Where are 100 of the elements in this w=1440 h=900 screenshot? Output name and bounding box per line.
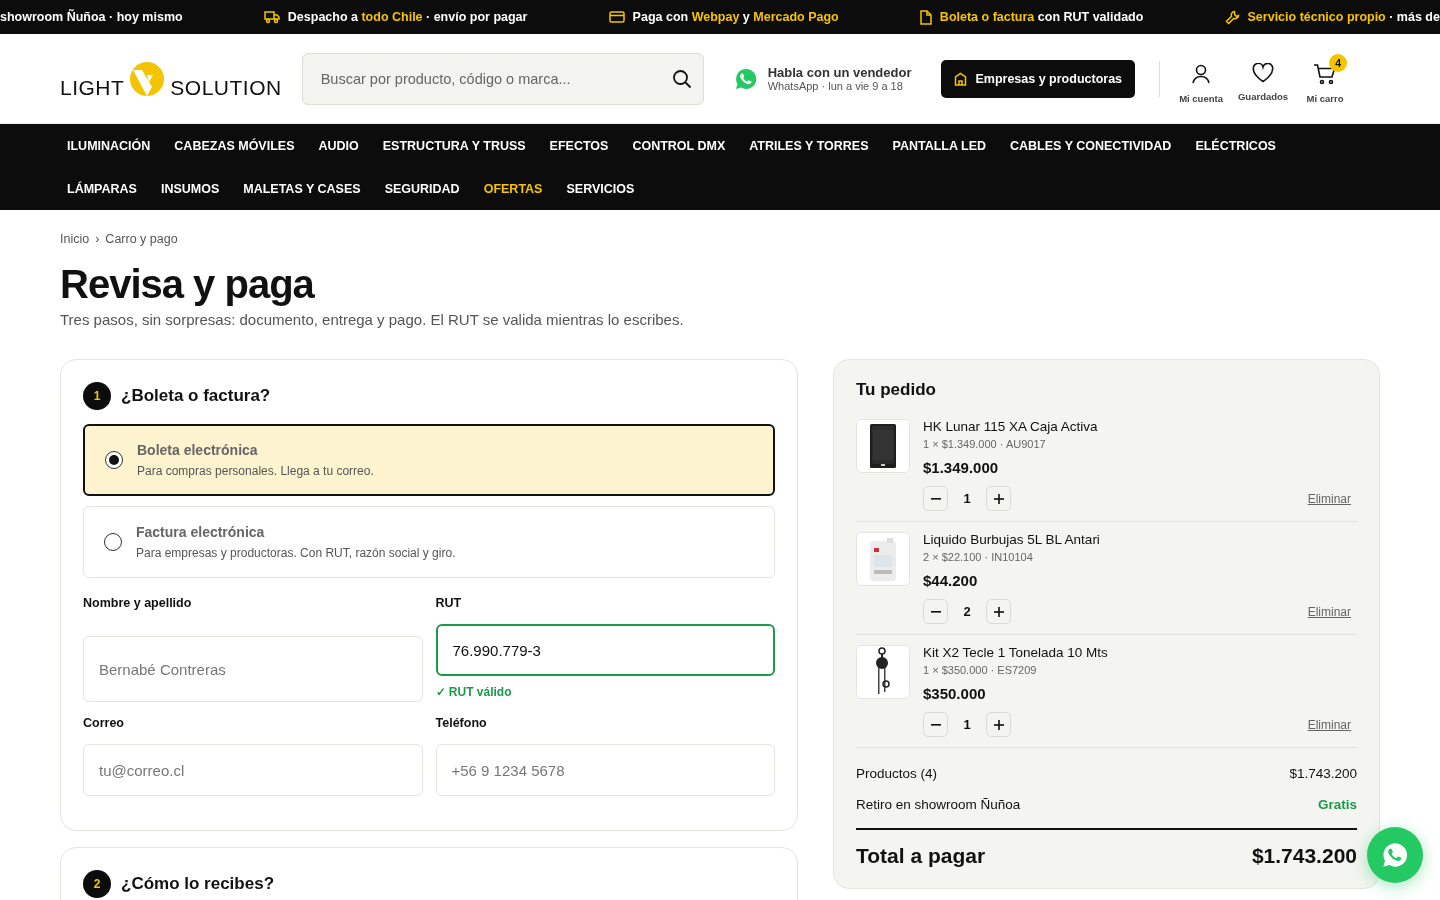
promo-text: Despacho a todo Chile · envío por pagar	[287, 10, 528, 24]
quantity-value: 1	[962, 717, 972, 732]
cart-count-badge: 4	[1329, 53, 1348, 72]
wrench-icon	[1224, 9, 1240, 25]
contact-title[interactable]: Habla con un vendedor	[767, 65, 912, 80]
document-option[interactable]: Factura electrónica Para empresas y productoras. Con RUT, razón social y giro.	[83, 506, 775, 578]
product-meta: 1 × $1.349.000 · AU9017	[923, 438, 1047, 450]
nav-link[interactable]: CABLES Y CONECTIVIDAD	[998, 124, 1184, 167]
nav-link[interactable]: INSUMOS	[148, 167, 232, 210]
breadcrumb-separator: ›	[95, 232, 100, 246]
search-field[interactable]: Buscar por producto, código o marca...	[301, 52, 704, 105]
field-label: RUT	[435, 596, 463, 610]
product-name[interactable]: HK Lunar 115 XA Caja Activa	[923, 419, 1357, 434]
product-price: $44.200	[923, 572, 979, 589]
document-icon	[919, 9, 932, 25]
nav-link[interactable]: SEGURIDAD	[372, 167, 472, 210]
product-meta: 2 × $22.100 · IN10104	[923, 551, 1034, 563]
decrease-button[interactable]	[923, 712, 948, 737]
minus-icon	[930, 723, 941, 726]
total-value: $1.743.200	[1251, 844, 1357, 868]
logo-text[interactable]: SOLUTION	[170, 76, 282, 98]
truck-icon	[263, 10, 280, 24]
summary-value: $1.743.200	[1289, 766, 1357, 781]
account-action[interactable]: Mi carro 4	[1298, 53, 1353, 104]
account-action[interactable]: Guardados	[1236, 53, 1291, 104]
radio-button[interactable]	[104, 533, 122, 551]
promo-text: showroom Ñuñoa · hoy mismo	[0, 10, 183, 24]
page-subtitle: Tres pasos, sin sorpresas: documento, entrega y pago. El RUT se valida mientras lo escribes.	[60, 311, 685, 328]
increase-button[interactable]	[986, 599, 1011, 624]
input-field[interactable]: Bernabé Contreras	[83, 636, 423, 702]
product-price: $1.349.000	[923, 459, 1000, 476]
promo-text: Servicio técnico propio · más de	[1247, 10, 1440, 24]
decrease-button[interactable]	[923, 486, 948, 511]
validation-message: ✓ RUT válido	[435, 685, 512, 699]
input-field[interactable]: tu@correo.cl	[83, 744, 423, 796]
nav-link[interactable]: ELÉCTRICOS	[1183, 124, 1288, 167]
minus-icon	[930, 497, 941, 500]
nav-link[interactable]: EFECTOS	[537, 124, 621, 167]
product-name[interactable]: Liquido Burbujas 5L BL Antari	[923, 532, 1357, 547]
breadcrumb-link[interactable]: Carro y pago	[105, 232, 178, 246]
total-label: Total a pagar	[856, 844, 986, 868]
step-title: ¿Boleta o factura?	[121, 386, 271, 406]
remove-link[interactable]: Eliminar	[1307, 604, 1351, 619]
summary-value: Gratis	[1317, 797, 1357, 812]
product-name[interactable]: Kit X2 Tecle 1 Tonelada 10 Mts	[923, 645, 1357, 660]
product-price: $350.000	[923, 685, 987, 702]
card-icon	[608, 11, 625, 23]
document-option[interactable]: Boleta electrónica Para compras personales. Llega a tu correo.	[83, 424, 775, 496]
quantity-value: 1	[962, 491, 972, 506]
building-icon	[954, 71, 968, 86]
account-action[interactable]: Mi cuenta	[1174, 53, 1229, 104]
step-number: 2	[83, 870, 111, 898]
nav-link[interactable]: SERVICIOS	[554, 167, 647, 210]
nav-link[interactable]: ESTRUCTURA Y TRUSS	[370, 124, 538, 167]
search-icon[interactable]	[671, 68, 692, 89]
option-title: Boleta electrónica	[137, 442, 259, 458]
nav-link[interactable]: CONTROL DMX	[620, 124, 738, 167]
user-icon	[1190, 62, 1213, 85]
summary-label: Retiro en showroom Ñuñoa	[856, 797, 1021, 812]
nav-link[interactable]: ATRILES Y TORRES	[737, 124, 881, 167]
option-description: Para empresas y productoras. Con RUT, razón social y giro.	[136, 546, 456, 560]
whatsapp-icon	[1381, 841, 1409, 869]
decrease-button[interactable]	[923, 599, 948, 624]
remove-link[interactable]: Eliminar	[1307, 717, 1351, 732]
summary-label: Productos (4)	[856, 766, 938, 781]
option-title: Factura electrónica	[136, 524, 266, 540]
order-title: Tu pedido	[856, 380, 937, 400]
increase-button[interactable]	[986, 712, 1011, 737]
promo-text: Boleta o factura con RUT validado	[939, 10, 1144, 24]
breadcrumb-link[interactable]: Inicio	[60, 232, 90, 246]
plus-icon	[993, 606, 1004, 617]
option-description: Para compras personales. Llega a tu correo.	[137, 464, 374, 478]
field-label: Teléfono	[435, 716, 488, 730]
plus-icon	[993, 719, 1004, 730]
step-title: ¿Cómo lo recibes?	[121, 874, 275, 894]
plus-icon	[993, 493, 1004, 504]
promo-text: Paga con Webpay y Mercado Pago	[632, 10, 839, 24]
nav-link[interactable]: MALETAS Y CASES	[231, 167, 373, 210]
nav-link[interactable]: PANTALLA LED	[880, 124, 998, 167]
nav-link[interactable]: ILUMINACIÓN	[55, 124, 163, 167]
product-meta: 1 × $350.000 · ES7209	[923, 664, 1038, 676]
input-field[interactable]: 76.990.779-3	[435, 624, 775, 676]
radio-button[interactable]	[105, 451, 123, 469]
heart-icon	[1252, 62, 1275, 83]
remove-link[interactable]: Eliminar	[1307, 491, 1351, 506]
nav-link[interactable]: CABEZAS MÓVILES	[162, 124, 307, 167]
nav-link[interactable]: OFERTAS	[471, 167, 555, 210]
business-button[interactable]: Empresas y productoras	[941, 59, 1136, 98]
logo-text[interactable]: LIGHT	[60, 76, 125, 98]
minus-icon	[930, 610, 941, 613]
step-number: 1	[83, 382, 111, 410]
input-field[interactable]: +56 9 1234 5678	[435, 744, 775, 796]
contact-hours: WhatsApp · lun a vie 9 a 18	[767, 80, 904, 92]
nav-link[interactable]: LÁMPARAS	[55, 167, 149, 210]
increase-button[interactable]	[986, 486, 1011, 511]
nav-link[interactable]: AUDIO	[306, 124, 371, 167]
field-label: Correo	[83, 716, 125, 730]
field-label: Nombre y apellido	[83, 596, 193, 610]
page-title: Revisa y paga	[60, 262, 316, 307]
quantity-value: 2	[962, 604, 972, 619]
